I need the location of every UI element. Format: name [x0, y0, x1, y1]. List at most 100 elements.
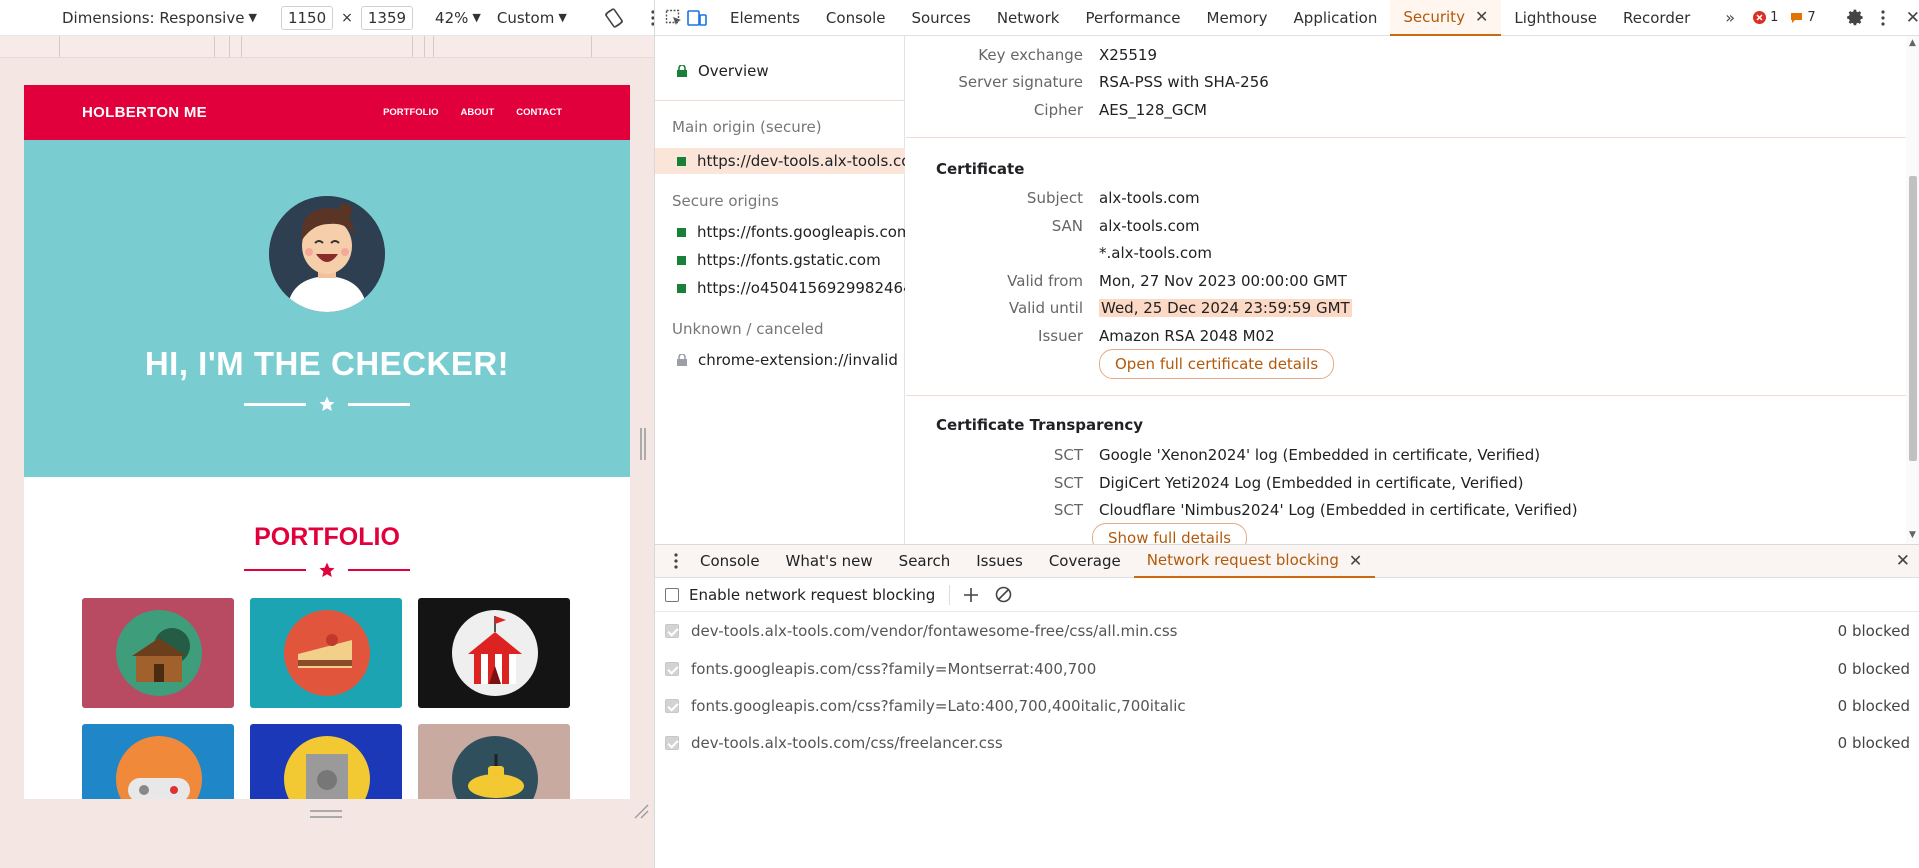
inspect-element-icon[interactable] — [665, 0, 683, 36]
detail-label: Cipher — [1033, 101, 1083, 119]
pattern-checkbox[interactable] — [665, 735, 679, 750]
enable-blocking-checkbox[interactable] — [665, 587, 679, 602]
drawer-tab-search[interactable]: Search — [886, 545, 964, 578]
caret-down-icon: ▼ — [248, 11, 257, 24]
tab-console[interactable]: Console — [813, 0, 899, 36]
hero-title: HI, I'M THE CHECKER! — [144, 345, 510, 382]
blocking-pattern-row[interactable]: fonts.googleapis.com/css?family=Montserr… — [655, 650, 1919, 687]
detail-row: Valid from Mon, 27 Nov 2023 00:00:00 GMT — [906, 270, 1906, 292]
circus-tent-icon — [468, 616, 522, 684]
pattern-checkbox[interactable] — [665, 661, 679, 676]
dimensions-label: Dimensions: Responsive — [62, 8, 245, 27]
sidebar-item-overview[interactable]: Overview — [655, 58, 905, 84]
errors-counter[interactable]: 1 — [1753, 10, 1778, 25]
height-input[interactable]: 1359 — [360, 5, 414, 30]
sidebar-item-secure-origin[interactable]: https://o4504156929982464.ingest.sentry.… — [655, 275, 905, 301]
details-vertical-scrollbar[interactable]: ▲ ▼ — [1906, 36, 1919, 544]
portfolio-title: PORTFOLIO — [254, 523, 400, 551]
dimensions-dropdown[interactable]: Dimensions: Responsive ▼ — [62, 9, 257, 27]
sidebar-item-secure-origin[interactable]: https://fonts.googleapis.com — [655, 219, 905, 245]
profile-avatar — [269, 196, 385, 312]
detail-value: RSA-PSS with SHA-256 — [1099, 73, 1269, 91]
tab-network[interactable]: Network — [984, 0, 1073, 36]
tab-security-label: Security — [1403, 7, 1465, 26]
sidebar-item-main-origin[interactable]: https://dev-tools.alx-tools.com — [655, 148, 905, 174]
tab-security[interactable]: Security ✕ — [1390, 0, 1502, 36]
transparency-title: Certificate Transparency — [936, 416, 1144, 434]
show-full-details-button[interactable]: Show full details — [1092, 523, 1248, 544]
tab-performance[interactable]: Performance — [1072, 0, 1193, 36]
gamepad-icon — [128, 778, 190, 799]
detail-value: Cloudflare 'Nimbus2024' Log (Embedded in… — [1099, 501, 1578, 519]
portfolio-tile-cabin[interactable] — [82, 598, 234, 708]
detail-label: SCT — [1053, 446, 1083, 464]
drawer-tab-issues[interactable]: Issues — [963, 545, 1036, 578]
resize-handle-bottom[interactable] — [310, 810, 342, 818]
tab-recorder[interactable]: Recorder — [1610, 0, 1703, 36]
nav-link-about[interactable]: ABOUT — [460, 107, 494, 118]
tab-lighthouse[interactable]: Lighthouse — [1501, 0, 1610, 36]
nav-link-contact[interactable]: CONTACT — [516, 107, 562, 118]
secure-origin-icon — [677, 283, 686, 293]
rotate-icon[interactable] — [603, 6, 625, 30]
resize-handle-right[interactable] — [640, 428, 646, 460]
close-icon[interactable]: ✕ — [1475, 7, 1488, 26]
site-brand[interactable]: HOLBERTON ME — [82, 104, 207, 121]
open-certificate-button[interactable]: Open full certificate details — [1099, 349, 1335, 379]
drawer-menu-icon[interactable] — [665, 545, 687, 578]
settings-gear-icon[interactable] — [1846, 0, 1865, 36]
tab-application[interactable]: Application — [1281, 0, 1391, 36]
height-value: 1359 — [367, 8, 407, 27]
more-tabs-icon[interactable]: » — [1725, 0, 1735, 36]
nav-link-portfolio[interactable]: PORTFOLIO — [383, 107, 438, 118]
throttle-dropdown[interactable]: Custom ▼ — [497, 9, 567, 27]
detail-value: Amazon RSA 2048 M02 — [1099, 327, 1275, 345]
portfolio-tile-circus[interactable] — [418, 598, 570, 708]
drawer-tab-console[interactable]: Console — [687, 545, 773, 578]
tab-elements[interactable]: Elements — [717, 0, 813, 36]
device-viewport[interactable]: HOLBERTON ME PORTFOLIO ABOUT CONTACT HI,… — [24, 85, 630, 799]
pattern-checkbox[interactable] — [665, 698, 679, 713]
drawer-tabbar: Console What's new Search Issues Coverag… — [655, 544, 1919, 578]
portfolio-tile-game[interactable] — [82, 724, 234, 799]
drawer-tab-coverage[interactable]: Coverage — [1036, 545, 1134, 578]
detail-row: SAN alx-tools.com — [906, 215, 1906, 237]
remove-all-patterns-icon[interactable] — [992, 584, 1014, 606]
portfolio-tile-safe[interactable] — [250, 724, 402, 799]
device-toolbar-icon[interactable] — [687, 0, 707, 36]
main-origin-heading: Main origin (secure) — [672, 118, 822, 136]
customize-menu-icon[interactable] — [1881, 0, 1886, 36]
throttle-label: Custom — [496, 8, 555, 27]
device-toolbar: Dimensions: Responsive ▼ 1150 × 1359 42%… — [0, 0, 655, 36]
portfolio-tile-cake[interactable] — [250, 598, 402, 708]
pattern-checkbox[interactable] — [665, 623, 679, 638]
sidebar-item-secure-origin[interactable]: https://fonts.gstatic.com — [655, 247, 905, 273]
blocking-pattern-row[interactable]: dev-tools.alx-tools.com/vendor/fontaweso… — [655, 612, 1919, 649]
width-input[interactable]: 1150 — [280, 5, 334, 30]
drawer-tab-whats-new[interactable]: What's new — [773, 545, 886, 578]
pattern-text: fonts.googleapis.com/css?family=Montserr… — [691, 659, 1097, 678]
pattern-text: fonts.googleapis.com/css?family=Lato:400… — [691, 696, 1186, 715]
secure-origin-url: https://fonts.gstatic.com — [697, 251, 881, 269]
error-icon — [1753, 11, 1767, 24]
close-drawer-icon[interactable]: ✕ — [1896, 551, 1910, 571]
blocking-pattern-row[interactable]: dev-tools.alx-tools.com/css/freelancer.c… — [655, 724, 1919, 761]
portfolio-tile-submarine[interactable] — [418, 724, 570, 799]
messages-counter[interactable]: 7 — [1790, 10, 1816, 25]
security-sidebar: Overview Main origin (secure) https://de… — [655, 36, 905, 574]
tab-sources[interactable]: Sources — [898, 0, 983, 36]
zoom-dropdown[interactable]: 42% ▼ — [435, 9, 481, 27]
cabin-icon — [132, 628, 190, 682]
detail-value: Google 'Xenon2024' log (Embedded in cert… — [1099, 446, 1541, 464]
drawer-tab-network-request-blocking[interactable]: Network request blocking ✕ — [1133, 545, 1376, 578]
blocking-pattern-row[interactable]: fonts.googleapis.com/css?family=Lato:400… — [655, 687, 1919, 724]
sidebar-item-unknown-origin[interactable]: chrome-extension://invalid — [655, 347, 905, 373]
close-devtools-icon[interactable]: ✕ — [1906, 0, 1919, 36]
tab-memory[interactable]: Memory — [1194, 0, 1281, 36]
resize-corner-icon[interactable] — [633, 803, 649, 819]
close-icon[interactable]: ✕ — [1349, 551, 1362, 570]
add-pattern-icon[interactable] — [960, 584, 982, 606]
secure-origin-icon — [677, 227, 686, 237]
submarine-icon — [468, 754, 524, 798]
blocked-count: 0 blocked — [1837, 621, 1910, 640]
